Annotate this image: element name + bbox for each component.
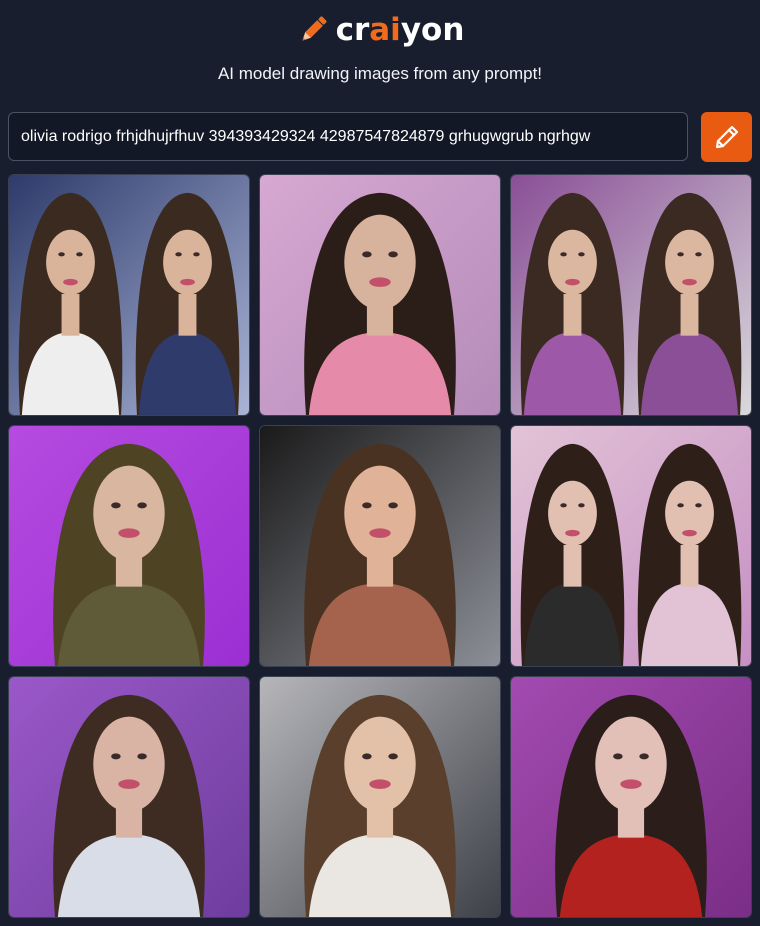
generated-image [9, 677, 249, 917]
result-image-6[interactable] [510, 425, 752, 667]
draw-button[interactable] [701, 112, 752, 162]
prompt-row [8, 112, 752, 162]
brand-name: craiyon [335, 11, 465, 48]
result-image-7[interactable] [8, 676, 250, 918]
brand-name-accent: ai [369, 11, 401, 48]
generated-image [511, 175, 751, 415]
tagline: AI model drawing images from any prompt! [217, 64, 543, 83]
pencil-icon [715, 125, 738, 149]
brand-name-prefix: cr [335, 11, 370, 48]
generated-image [9, 175, 249, 415]
result-image-9[interactable] [510, 676, 752, 918]
generated-image [511, 426, 751, 666]
brand-name-suffix: yon [400, 11, 465, 48]
result-image-5[interactable] [259, 425, 501, 667]
generated-image [9, 426, 249, 666]
results-grid [8, 174, 752, 918]
result-image-2[interactable] [259, 174, 501, 416]
result-image-4[interactable] [8, 425, 250, 667]
generated-image [511, 677, 751, 917]
result-image-3[interactable] [510, 174, 752, 416]
generated-image [260, 677, 500, 917]
brand-logo[interactable]: craiyon [0, 8, 760, 52]
pencil-icon [301, 16, 327, 41]
craiyon-page: craiyon AI model drawing images from any… [0, 0, 760, 926]
generated-image [260, 175, 500, 415]
generated-image [260, 426, 500, 666]
result-image-8[interactable] [259, 676, 501, 918]
result-image-1[interactable] [8, 174, 250, 416]
prompt-input[interactable] [8, 112, 688, 161]
